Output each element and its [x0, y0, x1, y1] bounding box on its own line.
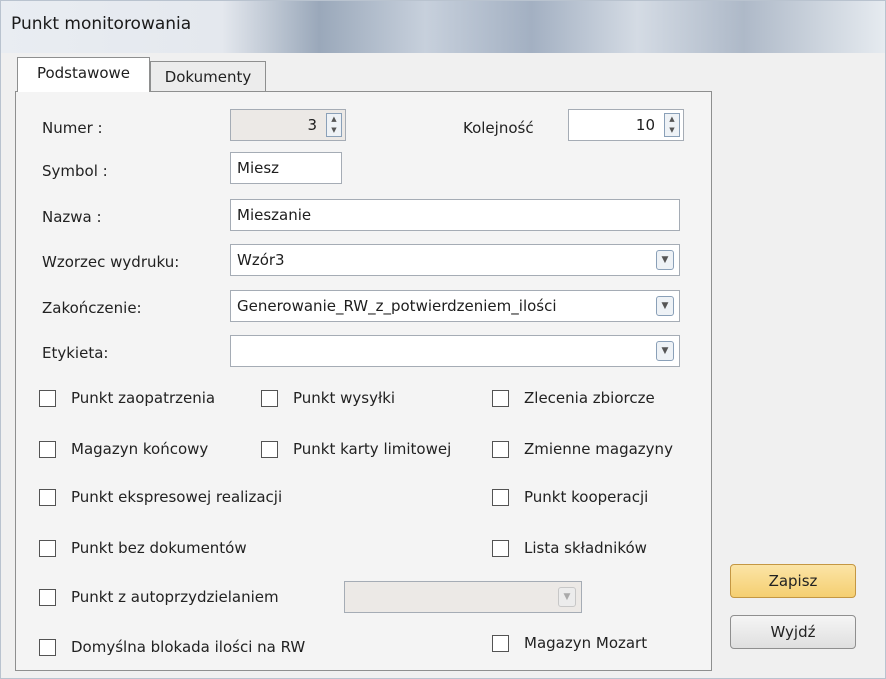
wzorzec-label: Wzorzec wydruku: [42, 253, 180, 271]
checkbox-box[interactable] [492, 440, 509, 458]
tab-panel-podstawowe: Numer : 3 ▲ ▼ Kolejność 10 ▲ ▼ Symbol : … [15, 91, 712, 671]
checkbox-zlecenia-zbiorcze[interactable]: Zlecenia zbiorcze [492, 389, 655, 407]
zakonczenie-select[interactable]: Generowanie_RW_z_potwierdzeniem_ilości ▼ [230, 290, 680, 322]
checkbox-domyslna-blokada[interactable]: Domyślna blokada ilości na RW [39, 638, 305, 656]
exit-button[interactable]: Wyjdź [730, 615, 856, 649]
nazwa-label: Nazwa : [42, 208, 102, 226]
numer-value: 3 [307, 116, 317, 134]
checkbox-lista-skladnikow[interactable]: Lista składników [492, 539, 647, 557]
checkbox-label: Lista składników [524, 539, 647, 557]
checkbox-label: Punkt zaopatrzenia [71, 389, 216, 407]
checkbox-punkt-ekspresowej[interactable]: Punkt ekspresowej realizacji [39, 488, 282, 506]
zakonczenie-label: Zakończenie: [42, 299, 142, 317]
symbol-label: Symbol : [42, 162, 108, 180]
nazwa-field[interactable]: Mieszanie [230, 199, 680, 231]
dialog-window: Punkt monitorowania Podstawowe Dokumenty… [0, 0, 886, 679]
chevron-down-icon[interactable]: ▼ [656, 296, 674, 316]
checkbox-label: Magazyn końcowy [71, 440, 209, 458]
checkbox-punkt-zaopatrzenia[interactable]: Punkt zaopatrzenia [39, 389, 215, 407]
save-button[interactable]: Zapisz [730, 564, 856, 598]
checkbox-label: Punkt wysyłki [293, 389, 396, 407]
checkbox-label: Punkt ekspresowej realizacji [71, 488, 283, 506]
checkbox-box[interactable] [492, 389, 509, 407]
kolejnosc-label: Kolejność [463, 119, 534, 137]
checkbox-box[interactable] [39, 440, 56, 458]
checkbox-box[interactable] [39, 488, 56, 506]
checkbox-punkt-kooperacji[interactable]: Punkt kooperacji [492, 488, 648, 506]
zakonczenie-value: Generowanie_RW_z_potwierdzeniem_ilości [237, 297, 557, 315]
numer-label: Numer : [42, 119, 103, 137]
checkbox-magazyn-koncowy[interactable]: Magazyn końcowy [39, 440, 208, 458]
checkbox-zmienne-magazyny[interactable]: Zmienne magazyny [492, 440, 673, 458]
nazwa-value: Mieszanie [237, 206, 312, 224]
checkbox-box[interactable] [492, 488, 509, 506]
numer-spinner: ▲ ▼ [326, 113, 342, 137]
etykieta-select[interactable]: ▼ [230, 335, 680, 367]
wzorzec-select[interactable]: Wzór3 ▼ [230, 244, 680, 276]
numer-field: 3 ▲ ▼ [230, 109, 346, 141]
checkbox-label: Punkt z autoprzydzielaniem [71, 588, 279, 606]
checkbox-box[interactable] [39, 588, 56, 606]
checkbox-label: Zmienne magazyny [524, 440, 673, 458]
checkbox-box[interactable] [261, 440, 278, 458]
symbol-value: Miesz [237, 159, 280, 177]
kolejnosc-spinner[interactable]: ▲ ▼ [664, 113, 680, 137]
checkbox-label: Magazyn Mozart [524, 634, 648, 652]
checkbox-label: Domyślna blokada ilości na RW [71, 638, 306, 656]
checkbox-box[interactable] [492, 539, 509, 557]
spin-up-icon[interactable]: ▲ [665, 114, 679, 125]
checkbox-box[interactable] [39, 638, 56, 656]
checkbox-label: Punkt karty limitowej [293, 440, 452, 458]
checkbox-punkt-autoprzydzial[interactable]: Punkt z autoprzydzielaniem [39, 588, 279, 606]
tab-podstawowe[interactable]: Podstawowe [17, 57, 150, 92]
checkbox-box[interactable] [492, 634, 509, 652]
checkbox-label: Punkt bez dokumentów [71, 539, 247, 557]
chevron-down-icon[interactable]: ▼ [656, 250, 674, 270]
wzorzec-value: Wzór3 [237, 251, 285, 269]
chevron-down-icon[interactable]: ▼ [656, 341, 674, 361]
checkbox-label: Punkt kooperacji [524, 488, 649, 506]
symbol-field[interactable]: Miesz [230, 152, 342, 184]
checkbox-box[interactable] [39, 539, 56, 557]
checkbox-punkt-wysylki[interactable]: Punkt wysyłki [261, 389, 395, 407]
spin-down-icon: ▼ [331, 126, 337, 134]
checkbox-box[interactable] [261, 389, 278, 407]
window-title: Punkt monitorowania [11, 14, 192, 34]
spin-down-icon[interactable]: ▼ [665, 125, 679, 136]
spin-up-icon: ▲ [331, 115, 337, 123]
tab-dokumenty[interactable]: Dokumenty [150, 61, 266, 93]
checkbox-magazyn-mozart[interactable]: Magazyn Mozart [492, 634, 647, 652]
chevron-down-icon: ▼ [558, 587, 576, 607]
title-bar[interactable]: Punkt monitorowania [1, 1, 885, 53]
checkbox-box[interactable] [39, 389, 56, 407]
kolejnosc-field[interactable]: 10 ▲ ▼ [568, 109, 684, 141]
autoprzydzial-select: ▼ [344, 581, 582, 613]
checkbox-label: Zlecenia zbiorcze [524, 389, 655, 407]
kolejnosc-value: 10 [635, 116, 655, 134]
checkbox-punkt-bez-dokumentow[interactable]: Punkt bez dokumentów [39, 539, 247, 557]
checkbox-punkt-karty-limitowej[interactable]: Punkt karty limitowej [261, 440, 451, 458]
etykieta-label: Etykieta: [42, 344, 109, 362]
